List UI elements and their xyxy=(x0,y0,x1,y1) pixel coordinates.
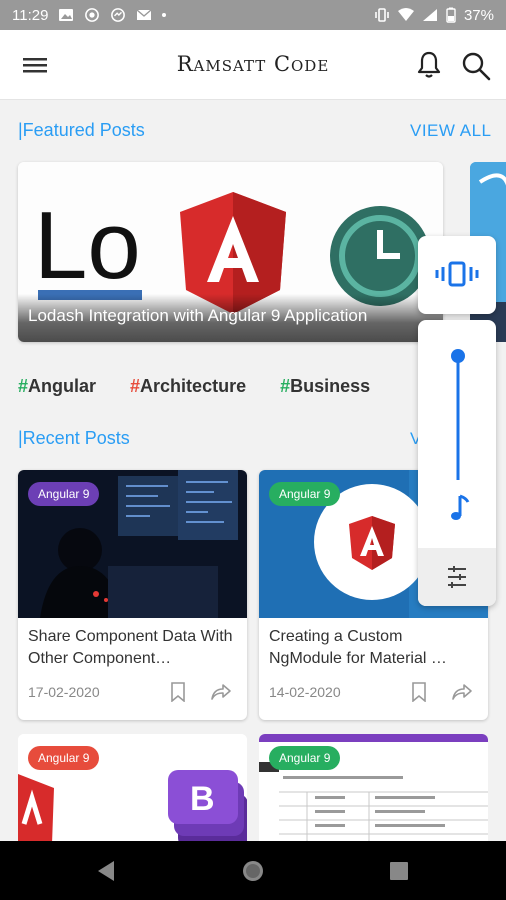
recents-icon[interactable] xyxy=(379,851,419,891)
wifi-icon xyxy=(397,8,414,21)
notification-dot xyxy=(162,13,167,17)
app-bar: Ramsatt Code xyxy=(0,30,506,100)
tag-architecture[interactable]: #Architecture xyxy=(130,376,246,397)
category-badge: Angular 9 xyxy=(28,746,100,770)
vibrate-icon xyxy=(435,261,479,287)
category-badge: Angular 9 xyxy=(269,746,341,770)
tag-list: #Angular #Architecture #Business xyxy=(18,376,370,397)
bookmark-icon[interactable] xyxy=(170,682,186,702)
recent-post-card[interactable]: B Angular 9 xyxy=(18,734,247,844)
recent-post-date: 17-02-2020 xyxy=(28,684,100,700)
status-bar: 11:29 37% xyxy=(0,0,506,30)
share-icon[interactable] xyxy=(451,683,473,701)
home-icon[interactable] xyxy=(233,851,273,891)
tag-business[interactable]: #Business xyxy=(280,376,370,397)
recent-post-title: Share Component Data With Other Componen… xyxy=(28,628,233,667)
ringer-mode-button[interactable] xyxy=(418,236,496,314)
recent-post-date: 14-02-2020 xyxy=(269,684,341,700)
tag-angular[interactable]: #Angular xyxy=(18,376,96,397)
recent-post-card[interactable]: Angular 9 xyxy=(259,734,488,844)
vibrate-icon xyxy=(375,8,389,22)
featured-post-caption: Lodash Integration with Angular 9 Applic… xyxy=(18,294,443,342)
whatsapp-icon xyxy=(85,8,100,22)
battery-percent: 37% xyxy=(463,6,494,24)
search-icon[interactable] xyxy=(458,48,494,82)
recent-post-card[interactable]: Angular 9 Share Component Data With Othe… xyxy=(18,470,247,720)
gallery-icon xyxy=(59,9,74,21)
recent-post-title: Creating a Custom NgModule for Material … xyxy=(269,628,447,667)
back-icon[interactable] xyxy=(86,851,126,891)
featured-post-card[interactable]: Lo Lodash Integration with Angular 9 App… xyxy=(18,162,443,342)
recent-section-title: |Recent Posts xyxy=(18,428,130,448)
svg-text:B: B xyxy=(190,780,215,818)
featured-view-all-link[interactable]: VIEW ALL xyxy=(410,121,491,141)
lodash-logo-text: Lo xyxy=(34,192,141,299)
share-icon[interactable] xyxy=(210,683,232,701)
signal-icon xyxy=(422,9,437,21)
battery-icon xyxy=(446,7,456,23)
system-nav-bar xyxy=(0,841,506,900)
volume-settings-button[interactable] xyxy=(418,548,496,606)
category-badge: Angular 9 xyxy=(28,482,100,506)
music-note-icon xyxy=(451,494,470,520)
notification-bell-icon[interactable] xyxy=(412,48,446,82)
category-badge: Angular 9 xyxy=(269,482,341,506)
volume-slider[interactable] xyxy=(418,340,496,500)
messenger-icon xyxy=(111,8,126,22)
volume-panel xyxy=(418,320,496,606)
tune-icon xyxy=(448,566,466,588)
featured-section-title: |Featured Posts xyxy=(18,120,145,140)
status-time: 11:29 xyxy=(12,6,49,24)
mail-icon xyxy=(136,9,152,20)
bookmark-icon[interactable] xyxy=(411,682,427,702)
